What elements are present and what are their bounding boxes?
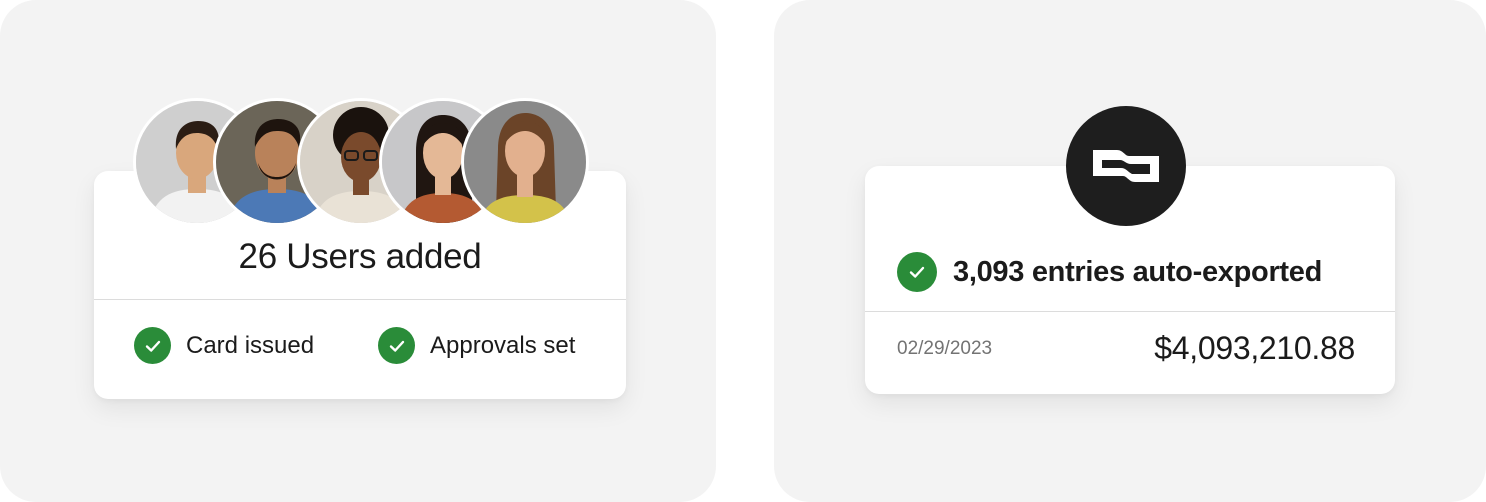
- export-panel: 3,093 entries auto-exported 02/29/2023 $…: [774, 0, 1486, 502]
- card-issued-label: Card issued: [186, 331, 315, 359]
- card-divider: [865, 311, 1395, 312]
- users-panel: 26 Users added Card issued Approvals set: [0, 0, 716, 502]
- brand-logo-icon: [1093, 150, 1159, 182]
- export-date: 02/29/2023: [897, 338, 993, 359]
- export-title: 3,093 entries auto-exported: [953, 255, 1323, 288]
- person-avatar-5: [464, 101, 586, 223]
- card-issued-status: Card issued: [134, 327, 314, 364]
- avatar-5: [461, 98, 589, 226]
- approvals-set-label: Approvals set: [430, 331, 576, 359]
- export-status: 3,093 entries auto-exported: [897, 252, 1322, 292]
- brand-logo-badge: [1066, 106, 1186, 226]
- users-added-title: 26 Users added: [238, 237, 482, 276]
- check-circle-icon: [897, 252, 937, 292]
- approvals-set-status: Approvals set: [378, 327, 575, 364]
- card-divider: [94, 299, 626, 300]
- check-circle-icon: [134, 327, 171, 364]
- export-amount: $4,093,210.88: [1154, 330, 1355, 366]
- check-circle-icon: [378, 327, 415, 364]
- user-avatars-stack: [133, 98, 593, 226]
